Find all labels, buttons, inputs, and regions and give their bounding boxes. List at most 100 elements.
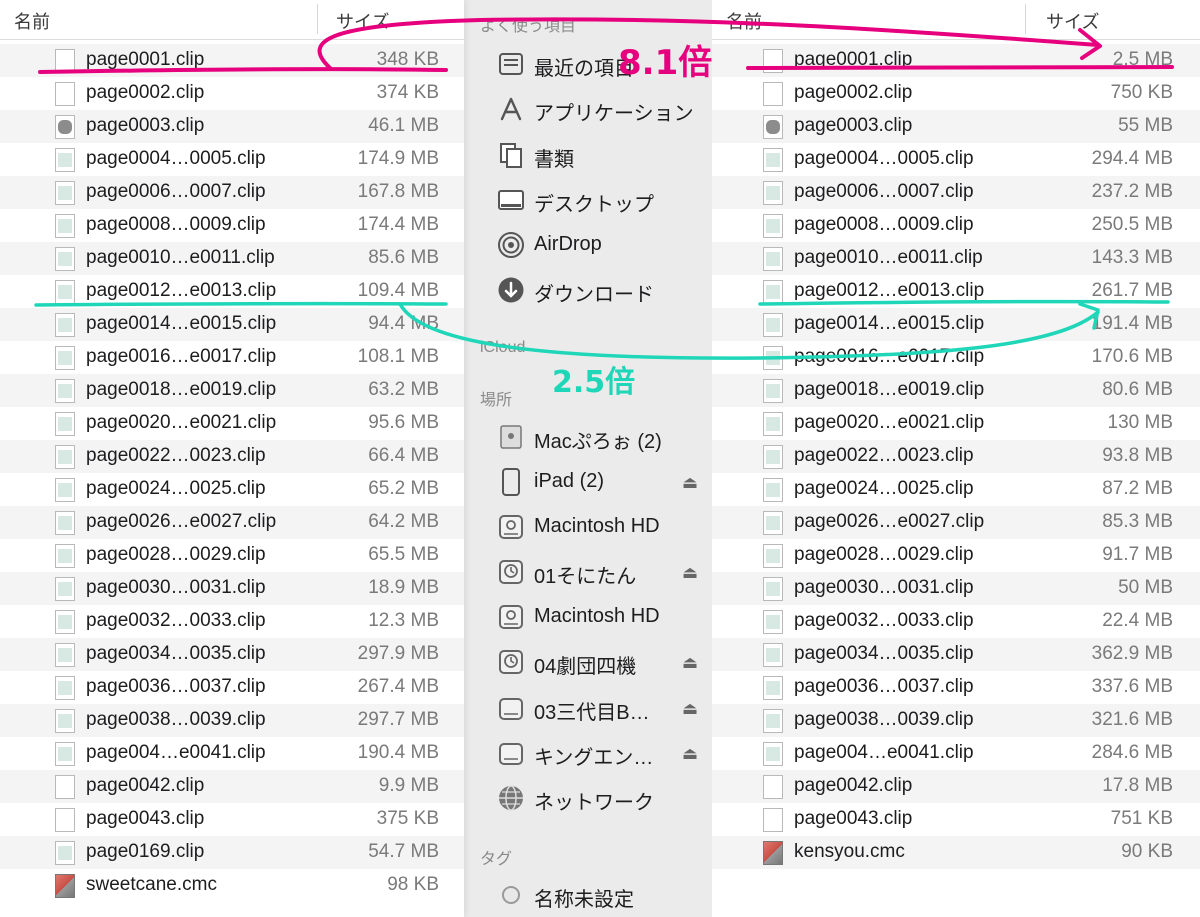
file-row[interactable]: page0026…e0027.clip 85.3 MB xyxy=(712,506,1200,539)
icloud-section-header[interactable]: iCloud xyxy=(480,339,525,357)
file-row[interactable]: page0014…e0015.clip 94.4 MB xyxy=(0,308,464,341)
clip-file-icon xyxy=(763,577,783,601)
file-name: page0042.clip xyxy=(86,775,205,796)
file-row[interactable]: page0018…e0019.clip 80.6 MB xyxy=(712,374,1200,407)
file-row[interactable]: sweetcane.cmc 98 KB xyxy=(0,869,464,902)
file-row[interactable]: page0022…0023.clip 66.4 MB xyxy=(0,440,464,473)
file-size: 190.4 MB xyxy=(357,742,439,763)
sidebar-item-network[interactable]: ネットワーク xyxy=(464,778,712,818)
file-row[interactable]: page0032…0033.clip 22.4 MB xyxy=(712,605,1200,638)
file-row[interactable]: page0043.clip 375 KB xyxy=(0,803,464,836)
clip-file-icon xyxy=(55,478,75,502)
right-size-column-header[interactable]: サイズ xyxy=(1046,8,1099,34)
file-row[interactable]: page0028…0029.clip 65.5 MB xyxy=(0,539,464,572)
file-row[interactable]: page0034…0035.clip 362.9 MB xyxy=(712,638,1200,671)
sidebar-item-backup-disk-01[interactable]: 01そにたん ⏏ xyxy=(464,552,712,592)
sidebar-item-desktop[interactable]: デスクトップ xyxy=(464,180,712,220)
file-row[interactable]: page004…e0041.clip 190.4 MB xyxy=(0,737,464,770)
file-row[interactable]: page0022…0023.clip 93.8 MB xyxy=(712,440,1200,473)
file-row[interactable]: page0024…0025.clip 65.2 MB xyxy=(0,473,464,506)
file-row[interactable]: page0008…0009.clip 250.5 MB xyxy=(712,209,1200,242)
file-row[interactable]: page0030…0031.clip 18.9 MB xyxy=(0,572,464,605)
file-row[interactable]: page0006…0007.clip 167.8 MB xyxy=(0,176,464,209)
sidebar-item-recents[interactable]: 最近の項目 xyxy=(464,44,712,84)
file-row[interactable]: page0006…0007.clip 237.2 MB xyxy=(712,176,1200,209)
file-row[interactable]: page0026…e0027.clip 64.2 MB xyxy=(0,506,464,539)
file-row[interactable]: page0036…0037.clip 337.6 MB xyxy=(712,671,1200,704)
file-name: page0016…e0017.clip xyxy=(794,346,985,367)
file-row[interactable]: page0024…0025.clip 87.2 MB xyxy=(712,473,1200,506)
sidebar-item-documents[interactable]: 書類 xyxy=(464,135,712,175)
file-row[interactable]: page0001.clip 2.5 MB xyxy=(712,44,1200,77)
column-separator[interactable] xyxy=(317,4,318,34)
file-row[interactable]: page0030…0031.clip 50 MB xyxy=(712,572,1200,605)
file-row[interactable]: page0002.clip 750 KB xyxy=(712,77,1200,110)
sidebar-item-downloads[interactable]: ダウンロード xyxy=(464,270,712,310)
sidebar-item-external-drive-03[interactable]: 03三代目B… ⏏ xyxy=(464,688,712,728)
eject-icon[interactable]: ⏏ xyxy=(682,473,698,493)
column-separator[interactable] xyxy=(1025,4,1026,34)
app-file-icon xyxy=(763,841,783,865)
sidebar-item-external-drive-king[interactable]: キングエン… ⏏ xyxy=(464,733,712,773)
file-row[interactable]: page0032…0033.clip 12.3 MB xyxy=(0,605,464,638)
sidebar-item-applications[interactable]: アプリケーション xyxy=(464,89,712,129)
file-row[interactable]: page0010…e0011.clip 143.3 MB xyxy=(712,242,1200,275)
file-row[interactable]: page0020…e0021.clip 130 MB xyxy=(712,407,1200,440)
sidebar-item-computer[interactable]: Macぷろぉ (2) xyxy=(464,417,712,457)
file-row[interactable]: page0042.clip 9.9 MB xyxy=(0,770,464,803)
file-name: page0024…0025.clip xyxy=(794,478,974,499)
sidebar-item-macintosh-hd-2[interactable]: Macintosh HD xyxy=(464,597,712,637)
file-row[interactable]: page0010…e0011.clip 85.6 MB xyxy=(0,242,464,275)
file-name: page0010…e0011.clip xyxy=(794,247,983,268)
eject-icon[interactable]: ⏏ xyxy=(682,699,698,719)
sidebar-tag-item[interactable]: 名称未設定 xyxy=(464,875,712,915)
file-row[interactable]: page0036…0037.clip 267.4 MB xyxy=(0,671,464,704)
file-name: page0042.clip xyxy=(794,775,913,796)
file-row[interactable]: page0004…0005.clip 294.4 MB xyxy=(712,143,1200,176)
clip-file-icon xyxy=(55,676,75,700)
right-name-column-header[interactable]: 名前 xyxy=(726,8,762,34)
clip-file-icon xyxy=(763,115,783,139)
file-row[interactable]: page0002.clip 374 KB xyxy=(0,77,464,110)
eject-icon[interactable]: ⏏ xyxy=(682,744,698,764)
file-name: page0018…e0019.clip xyxy=(794,379,985,400)
file-row[interactable]: page0018…e0019.clip 63.2 MB xyxy=(0,374,464,407)
file-row[interactable]: page0038…0039.clip 297.7 MB xyxy=(0,704,464,737)
file-row[interactable]: page0038…0039.clip 321.6 MB xyxy=(712,704,1200,737)
file-name: page0004…0005.clip xyxy=(794,148,974,169)
file-row[interactable]: page0008…0009.clip 174.4 MB xyxy=(0,209,464,242)
file-row[interactable]: kensyou.cmc 90 KB xyxy=(712,836,1200,869)
file-row[interactable]: page0042.clip 17.8 MB xyxy=(712,770,1200,803)
file-row[interactable]: page0020…e0021.clip 95.6 MB xyxy=(0,407,464,440)
file-size: 750 KB xyxy=(1110,82,1173,103)
sidebar-item-macintosh-hd[interactable]: Macintosh HD xyxy=(464,507,712,547)
sidebar-item-backup-disk-04[interactable]: 04劇団四機 ⏏ xyxy=(464,642,712,682)
file-row[interactable]: page0004…0005.clip 174.9 MB xyxy=(0,143,464,176)
file-row[interactable]: page004…e0041.clip 284.6 MB xyxy=(712,737,1200,770)
left-name-column-header[interactable]: 名前 xyxy=(14,8,50,34)
file-row[interactable]: page0016…e0017.clip 108.1 MB xyxy=(0,341,464,374)
file-row[interactable]: page0028…0029.clip 91.7 MB xyxy=(712,539,1200,572)
clip-file-icon xyxy=(763,808,783,832)
file-size: 87.2 MB xyxy=(1102,478,1173,499)
file-row[interactable]: page0034…0035.clip 297.9 MB xyxy=(0,638,464,671)
file-size: 375 KB xyxy=(376,808,439,829)
sidebar-item-label: 03三代目B… xyxy=(534,702,650,724)
file-row[interactable]: page0012…e0013.clip 109.4 MB xyxy=(0,275,464,308)
file-row[interactable]: page0012…e0013.clip 261.7 MB xyxy=(712,275,1200,308)
left-size-column-header[interactable]: サイズ xyxy=(336,8,389,34)
eject-icon[interactable]: ⏏ xyxy=(682,563,698,583)
file-row[interactable]: page0016…e0017.clip 170.6 MB xyxy=(712,341,1200,374)
file-row[interactable]: page0169.clip 54.7 MB xyxy=(0,836,464,869)
clip-file-icon xyxy=(55,511,75,535)
file-row[interactable]: page0043.clip 751 KB xyxy=(712,803,1200,836)
eject-icon[interactable]: ⏏ xyxy=(682,653,698,673)
sidebar-item-ipad[interactable]: iPad (2) ⏏ xyxy=(464,462,712,502)
sidebar-item-label: 04劇団四機 xyxy=(534,656,637,678)
sidebar-item-airdrop[interactable]: AirDrop xyxy=(464,225,712,265)
clip-file-icon xyxy=(763,742,783,766)
file-row[interactable]: page0003.clip 55 MB xyxy=(712,110,1200,143)
file-row[interactable]: page0014…e0015.clip 191.4 MB xyxy=(712,308,1200,341)
file-row[interactable]: page0001.clip 348 KB xyxy=(0,44,464,77)
file-row[interactable]: page0003.clip 46.1 MB xyxy=(0,110,464,143)
